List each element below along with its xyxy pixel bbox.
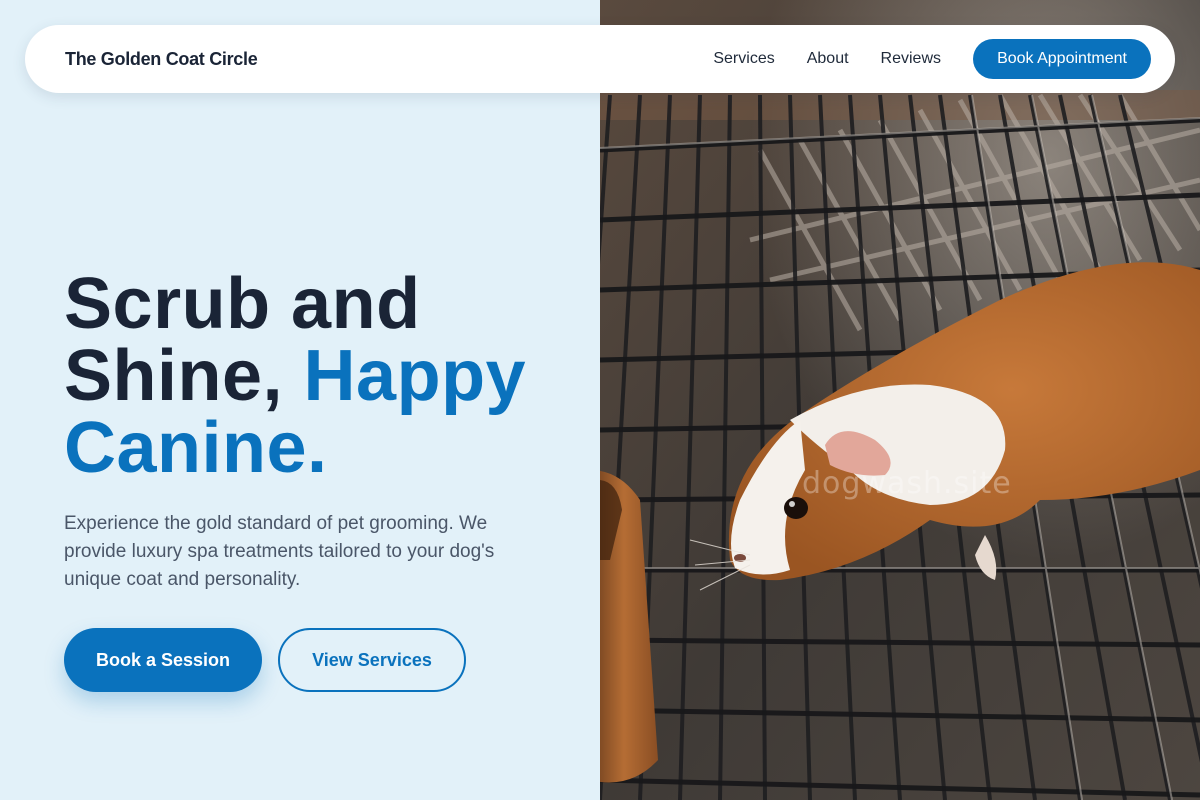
top-navbar: The Golden Coat Circle Services About Re… [25,25,1175,93]
watermark-text: dogwash.site [802,466,1012,501]
nav-link-services[interactable]: Services [713,50,774,68]
book-session-button[interactable]: Book a Session [64,628,262,692]
hero-image: dogwash.site [600,0,1200,800]
hero-content: Scrub and Shine, Happy Canine. Experienc… [64,268,564,692]
hero-description: Experience the gold standard of pet groo… [64,513,495,590]
view-services-button[interactable]: View Services [278,628,466,692]
nav-links: Services About Reviews Book Appointment [713,39,1151,79]
guinea-pig-photo [600,0,1200,800]
hero-actions: Book a Session View Services [64,628,564,692]
book-appointment-button[interactable]: Book Appointment [973,39,1151,79]
brand-logo[interactable]: The Golden Coat Circle [65,49,258,70]
nav-link-about[interactable]: About [807,50,849,68]
nav-link-reviews[interactable]: Reviews [881,50,941,68]
hero-headline: Scrub and Shine, Happy Canine. [64,268,564,484]
